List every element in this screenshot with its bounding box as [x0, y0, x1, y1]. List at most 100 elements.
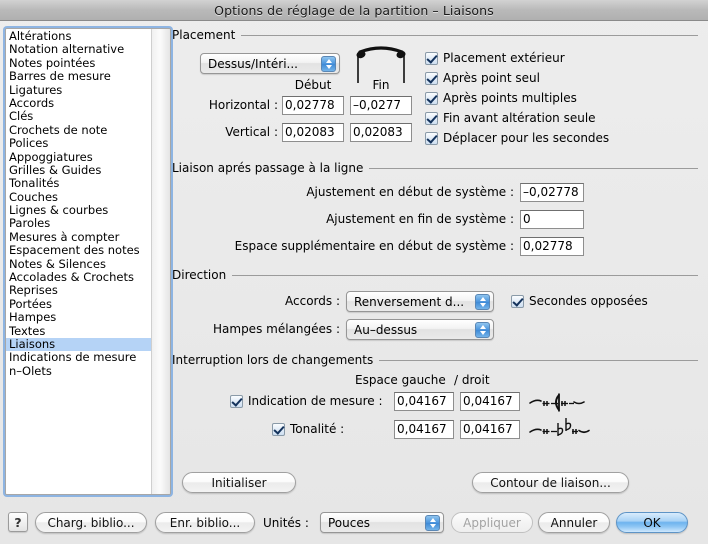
- sidebar-item-25[interactable]: n–Olets: [6, 363, 152, 378]
- sidebar-item-14[interactable]: Paroles: [6, 217, 152, 230]
- linebreak-row-1: Ajustement en fin de système : 0: [172, 208, 698, 235]
- sidebar-item-label: Notes pointées: [9, 55, 96, 70]
- vertical-debut-field[interactable]: 0,02083: [282, 123, 344, 142]
- sidebar-item-23[interactable]: Liaisons: [6, 337, 152, 352]
- group-divider-rule: [379, 359, 698, 361]
- checkbox-icon: [425, 111, 438, 125]
- enregistrer-bibliotheque-button[interactable]: Enr. biblio...: [155, 512, 255, 533]
- category-list-scrollbar[interactable]: [151, 29, 170, 494]
- sidebar-item-0[interactable]: Altérations: [6, 29, 152, 43]
- linebreak-group-header: Liaison aprés passage à la ligne: [172, 161, 698, 175]
- sidebar-item-label: Paroles: [9, 216, 51, 231]
- unites-value: Pouces: [328, 515, 370, 530]
- checkbox-icon: [230, 394, 243, 408]
- tonalite-left-field[interactable]: 0,04167: [394, 420, 454, 439]
- category-list-items[interactable]: Altérations Notation alternative Notes poi…: [6, 29, 152, 494]
- sidebar-item-8[interactable]: Polices: [6, 136, 152, 150]
- tonalite-right-field[interactable]: 0,04167: [460, 420, 520, 439]
- placement-option-2[interactable]: Après points multiples: [425, 91, 609, 105]
- chevron-updown-icon: [425, 515, 440, 531]
- sidebar-item-21[interactable]: Hampes: [6, 311, 152, 324]
- sidebar-item-label: Hampes: [9, 310, 57, 325]
- sidebar-item-10[interactable]: Grilles & Guides: [6, 162, 152, 177]
- sidebar-item-11[interactable]: Tonalités: [6, 177, 152, 190]
- indication-de-mesure-checkbox[interactable]: Indication de mesure :: [230, 394, 383, 408]
- sidebar-item-12[interactable]: Couches: [6, 189, 152, 204]
- linebreak-row-2: Espace supplémentaire en début de systèm…: [172, 235, 698, 262]
- settings-pane: Placement Dessus/Intéri... Début Fin Hor…: [172, 24, 703, 494]
- placement-option-3[interactable]: Fin avant altération seule: [425, 111, 609, 125]
- category-list[interactable]: Altérations Notation alternative Notes poi…: [5, 28, 171, 495]
- sidebar-item-19[interactable]: Reprises: [6, 284, 152, 297]
- preferences-dialog: Options de réglage de la partition – Lia…: [0, 0, 708, 544]
- sidebar-item-label: Reprises: [9, 283, 58, 298]
- initialiser-button[interactable]: Initialiser: [182, 472, 296, 493]
- vertical-fin-field[interactable]: 0,02083: [350, 123, 412, 142]
- linebreak-row-field[interactable]: –0,02778: [520, 183, 584, 202]
- sidebar-item-16[interactable]: Espacement des notes: [6, 244, 152, 257]
- horizontal-fin-field[interactable]: –0,0277: [350, 96, 412, 115]
- sidebar-item-label: Portées: [9, 296, 52, 311]
- sidebar-item-4[interactable]: Ligatures: [6, 83, 152, 97]
- tonalite-checkbox[interactable]: Tonalité :: [272, 422, 344, 436]
- placement-option-1[interactable]: Après point seul: [425, 71, 609, 85]
- sidebar-item-17[interactable]: Notes & Silences: [6, 257, 152, 271]
- chevron-updown-icon: [321, 56, 336, 72]
- sidebar-item-13[interactable]: Lignes & courbes: [6, 203, 152, 217]
- chevron-updown-icon: [475, 294, 490, 310]
- indication-de-mesure-right-field[interactable]: 0,04167: [460, 392, 520, 411]
- group-divider-rule: [369, 167, 698, 169]
- linebreak-row-label: Espace supplémentaire en début de systèm…: [234, 239, 514, 253]
- unites-popup[interactable]: Pouces: [320, 512, 444, 533]
- checkbox-icon: [425, 91, 438, 105]
- checkbox-icon: [425, 51, 438, 65]
- sidebar-item-22[interactable]: Textes: [6, 324, 152, 338]
- sidebar-item-9[interactable]: Appoggiatures: [6, 150, 152, 164]
- sidebar-item-label: Crochets de note: [9, 122, 108, 137]
- contour-de-liaison-button[interactable]: Contour de liaison...: [472, 472, 629, 493]
- sidebar-item-20[interactable]: Portées: [6, 296, 152, 311]
- sidebar-item-label: Notation alternative: [9, 42, 125, 57]
- ok-button[interactable]: OK: [616, 512, 688, 533]
- sidebar-item-2[interactable]: Notes pointées: [6, 55, 152, 70]
- annuler-button[interactable]: Annuler: [538, 512, 610, 533]
- appliquer-button[interactable]: Appliquer: [451, 512, 533, 533]
- linebreak-row-field[interactable]: 0,02778: [520, 237, 584, 256]
- sidebar-item-3[interactable]: Barres de mesure: [6, 69, 152, 83]
- column-header-espace-gauche: Espace gauche: [355, 373, 446, 387]
- hampes-melangees-popup[interactable]: Au–dessus: [346, 319, 494, 340]
- sidebar-item-18[interactable]: Accolades & Crochets: [6, 270, 152, 284]
- secondes-opposees-checkbox[interactable]: Secondes opposées: [511, 294, 648, 308]
- sidebar-item-6[interactable]: Clés: [6, 110, 152, 123]
- placement-option-label: Placement extérieur: [443, 51, 565, 65]
- placement-option-4[interactable]: Déplacer pour les secondes: [425, 131, 609, 145]
- sidebar-item-label: n–Olets: [9, 363, 52, 378]
- placement-option-0[interactable]: Placement extérieur: [425, 51, 609, 65]
- placement-option-label: Après points multiples: [443, 91, 577, 105]
- checkbox-icon: [511, 294, 524, 308]
- indication-de-mesure-left-field[interactable]: 0,04167: [394, 392, 454, 411]
- sidebar-item-24[interactable]: Indications de mesure: [6, 351, 152, 364]
- sidebar-item-15[interactable]: Mesures à compter: [6, 230, 152, 244]
- accords-popup[interactable]: Renversement d...: [346, 291, 494, 312]
- secondes-opposees-label: Secondes opposées: [529, 294, 648, 308]
- placement-option-label: Fin avant altération seule: [443, 111, 596, 125]
- sidebar-item-7[interactable]: Crochets de note: [6, 122, 152, 137]
- sidebar-item-5[interactable]: Accords: [6, 95, 152, 110]
- placement-position-popup[interactable]: Dessus/Intéri...: [200, 53, 340, 74]
- accords-value: Renversement d...: [354, 294, 465, 309]
- sidebar-item-label: Couches: [9, 189, 59, 204]
- linebreak-row-label: Ajustement en début de système :: [306, 185, 514, 199]
- sidebar-item-label: Grilles & Guides: [9, 162, 102, 177]
- time-signature-glyph-icon: [528, 392, 598, 412]
- horizontal-debut-field[interactable]: 0,02778: [282, 96, 344, 115]
- sidebar-item-label: Accords: [9, 95, 55, 110]
- sidebar-item-1[interactable]: Notation alternative: [6, 43, 152, 56]
- charger-bibliotheque-button[interactable]: Charg. biblio...: [35, 512, 147, 533]
- column-header-fin: Fin: [372, 78, 390, 92]
- checkbox-icon: [425, 131, 438, 145]
- linebreak-row-field[interactable]: 0: [520, 210, 584, 229]
- interruption-group-header: Interruption lors de changements: [172, 353, 698, 367]
- interruption-group: Interruption lors de changements Espace …: [172, 353, 698, 439]
- help-button[interactable]: ?: [8, 512, 28, 532]
